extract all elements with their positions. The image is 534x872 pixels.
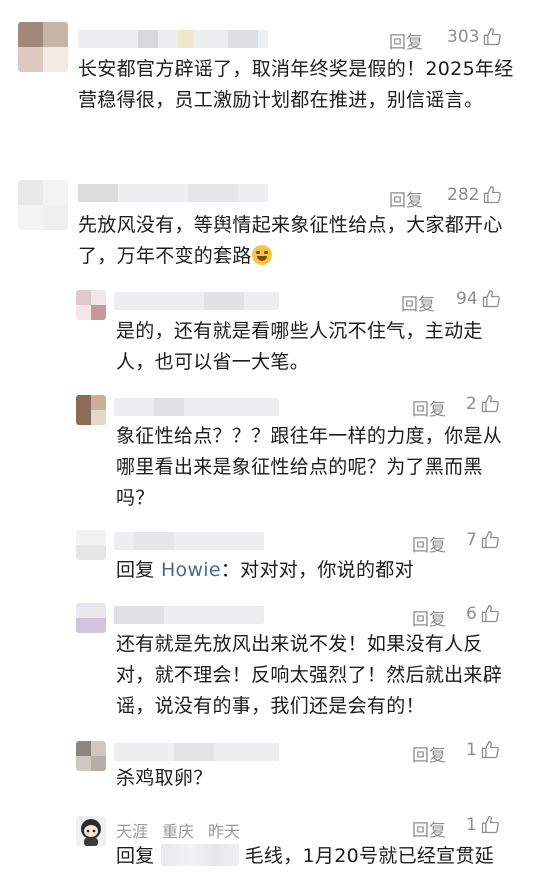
- username-blurred[interactable]: [114, 292, 279, 310]
- reply-button[interactable]: 回复: [412, 816, 446, 841]
- reply-button[interactable]: 回复: [412, 531, 446, 556]
- cartoon-avatar-icon: [81, 819, 101, 846]
- username-blurred[interactable]: [78, 184, 268, 202]
- comment-text-body: 先放风没有，等舆情起来象征性给点，大家都开心了，万年不变的套路: [78, 214, 503, 267]
- comment-text: 长安都官方辟谣了，取消年终奖是假的！2025年经营稳得很，员工激励计划都在推进，…: [78, 58, 514, 111]
- comment-item: 回复 303 长安都官方辟谣了，取消年终奖是假的！2025年经营稳得很，员工激励…: [0, 0, 534, 165]
- reply-button[interactable]: 回复: [389, 186, 423, 211]
- reply-prefix: 回复: [116, 559, 155, 581]
- avatar[interactable]: [76, 530, 106, 560]
- avatar[interactable]: [18, 22, 68, 72]
- comment-item: 回复 6 还有就是先放风出来说不发！如果没有人反对，就不理会！反响太强烈了！然后…: [0, 600, 534, 730]
- thumbs-up-icon: [481, 394, 499, 413]
- like-button[interactable]: 1: [466, 815, 500, 835]
- username-blurred[interactable]: [114, 743, 279, 761]
- like-button[interactable]: 94: [456, 289, 501, 309]
- thumbs-up-icon: [482, 289, 500, 308]
- avatar[interactable]: [76, 816, 106, 846]
- comment-text: 回复 Howie：对对对，你说的都对: [116, 555, 506, 586]
- thumbs-up-icon: [484, 185, 502, 204]
- comment-text-body: ：对对对，你说的都对: [220, 559, 414, 581]
- avatar[interactable]: [76, 290, 106, 320]
- comment-item: 回复 2 象征性给点？？？跟往年一样的力度，你是从哪里看出来是象征性给点的呢？为…: [0, 392, 534, 522]
- user-location: 重庆: [162, 822, 195, 841]
- comment-item: 回复 1 杀鸡取卵？: [0, 735, 534, 805]
- like-count: 2: [466, 394, 477, 414]
- reply-button[interactable]: 回复: [401, 290, 435, 315]
- comment-text: 还有就是先放风出来说不发！如果没有人反对，就不理会！反响太强烈了！然后就出来辟谣…: [116, 633, 503, 717]
- comment-text: 象征性给点？？？跟往年一样的力度，你是从哪里看出来是象征性给点的呢？为了黑而黑吗…: [116, 425, 503, 509]
- comment-text: 先放风没有，等舆情起来象征性给点，大家都开心了，万年不变的套路: [78, 210, 518, 272]
- username[interactable]: 天涯: [116, 818, 148, 842]
- mention-blurred[interactable]: [160, 844, 239, 866]
- comment-item: 回复 282 先放风没有，等舆情起来象征性给点，大家都开心了，万年不变的套路: [0, 170, 534, 280]
- avatar[interactable]: [18, 180, 68, 230]
- reply-prefix: 回复: [116, 845, 155, 867]
- like-count: 1: [466, 815, 477, 835]
- thumbs-up-icon: [481, 604, 499, 623]
- like-count: 94: [456, 289, 478, 309]
- like-count: 6: [466, 604, 477, 624]
- reply-button[interactable]: 回复: [389, 28, 423, 53]
- reply-button[interactable]: 回复: [412, 395, 446, 420]
- comment-text: 杀鸡取卵？: [116, 767, 213, 789]
- like-count: 7: [466, 530, 477, 550]
- like-button[interactable]: 282: [447, 185, 502, 205]
- avatar[interactable]: [76, 603, 106, 633]
- username-blurred[interactable]: [78, 30, 268, 48]
- like-count: 1: [466, 740, 477, 760]
- like-count: 303: [447, 27, 480, 47]
- thumbs-up-icon: [484, 27, 502, 46]
- username-blurred[interactable]: [114, 398, 279, 416]
- reply-button[interactable]: 回复: [412, 605, 446, 630]
- comment-text-body: 毛线，1月20号就已经宣贯延: [244, 845, 495, 867]
- thumbs-up-icon: [481, 740, 499, 759]
- comment-item: 回复 94 是的，还有就是看哪些人沉不住气，主动走人，也可以省一大笔。: [0, 282, 534, 387]
- avatar[interactable]: [76, 741, 106, 771]
- username-blurred[interactable]: [114, 606, 264, 624]
- like-button[interactable]: 1: [466, 740, 500, 760]
- like-button[interactable]: 6: [466, 604, 500, 624]
- like-button[interactable]: 2: [466, 394, 500, 414]
- comment-text: 回复 毛线，1月20号就已经宣贯延: [116, 841, 516, 872]
- like-count: 282: [447, 185, 480, 205]
- like-button[interactable]: 7: [466, 530, 500, 550]
- thumbs-up-icon: [481, 815, 499, 834]
- mention-link[interactable]: Howie: [161, 559, 221, 581]
- avatar[interactable]: [76, 395, 106, 425]
- username-blurred[interactable]: [114, 532, 264, 550]
- comment-item: 天涯 重庆 昨天 回复 1 回复 毛线，1月20号就已经宣贯延: [0, 810, 534, 870]
- thumbs-up-icon: [481, 530, 499, 549]
- comment-text: 是的，还有就是看哪些人沉不住气，主动走人，也可以省一大笔。: [116, 320, 483, 373]
- comment-time: 昨天: [208, 822, 241, 841]
- comment-item: 回复 7 回复 Howie：对对对，你说的都对: [0, 528, 534, 592]
- laughing-tears-emoji-icon: [251, 245, 272, 265]
- like-button[interactable]: 303: [447, 27, 502, 47]
